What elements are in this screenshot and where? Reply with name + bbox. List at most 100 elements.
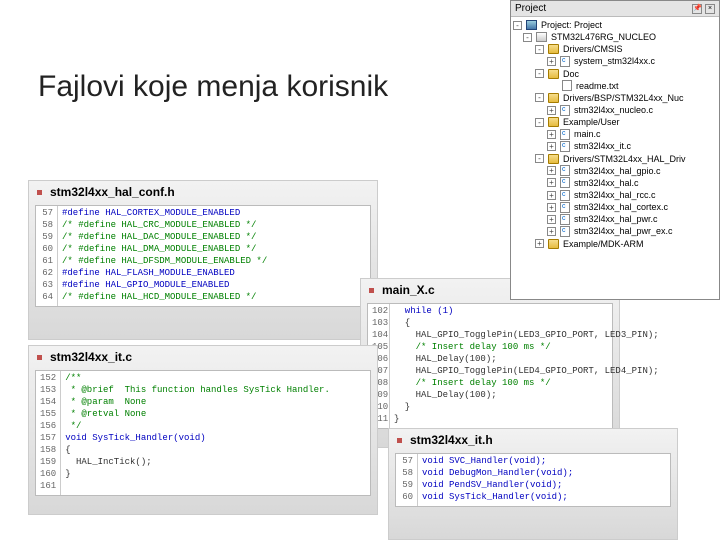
tree-item-label: STM32L476RG_NUCLEO [551, 31, 656, 43]
code-line: HAL_Delay(100); [394, 390, 659, 402]
expand-icon[interactable]: + [535, 239, 544, 248]
line-number: 57 [400, 456, 413, 468]
tree-item[interactable]: + main.c [513, 128, 717, 140]
code-line: * @brief This function handles SysTick H… [65, 385, 330, 397]
panel-it-c: stm32l4xx_it.c 1521531541551561571581591… [28, 345, 378, 515]
code-line: */ [65, 421, 330, 433]
tree-item[interactable]: + stm32l4xx_it.c [513, 140, 717, 152]
line-number: 152 [40, 373, 56, 385]
project-title-text: Project [515, 3, 546, 14]
tree-item-label: stm32l4xx_hal_pwr.c [574, 213, 658, 225]
code-line [65, 481, 330, 493]
expand-icon[interactable]: + [547, 57, 556, 66]
tree-item[interactable]: +stm32l4xx_hal.c [513, 177, 717, 189]
line-number: 59 [400, 480, 413, 492]
code-line: } [394, 402, 659, 414]
tree-item-label: Drivers/STM32L4xx_HAL_Driv [563, 153, 686, 165]
collapse-icon[interactable]: - [535, 93, 544, 102]
collapse-icon[interactable]: - [523, 33, 532, 42]
tree-item[interactable]: + stm32l4xx_hal_gpio.c [513, 165, 717, 177]
code-line: void PendSV_Handler(void); [422, 480, 573, 492]
tree-item-label: Drivers/BSP/STM32L4xx_Nuc [563, 92, 684, 104]
tree-item[interactable]: - Example/User [513, 116, 717, 128]
expand-icon[interactable]: + [547, 215, 556, 224]
line-number: 103 [372, 318, 385, 330]
code-line: void SysTick_Handler(void) [65, 433, 330, 445]
collapse-icon[interactable]: - [535, 154, 544, 163]
panel-label: stm32l4xx_hal_conf.h [50, 185, 175, 199]
tree-item-label: stm32l4xx_hal_gpio.c [574, 165, 661, 177]
code-block: 57585960 void SVC_Handler(void);void Deb… [395, 453, 671, 507]
tree-item[interactable]: +system_stm32l4xx.c [513, 55, 717, 67]
code-line: #define HAL_GPIO_MODULE_ENABLED [62, 280, 267, 292]
tree-item-label: Example/User [563, 116, 620, 128]
tree-item[interactable]: +stm32l4xx_hal_rcc.c [513, 189, 717, 201]
code-line: } [394, 414, 659, 426]
tree-item-label: readme.txt [576, 80, 619, 92]
tree-item[interactable]: -Drivers/CMSIS [513, 43, 717, 55]
code-line: /* #define HAL_DFSDM_MODULE_ENABLED */ [62, 256, 267, 268]
code-line: } [65, 469, 330, 481]
code-line: { [394, 318, 659, 330]
panel-label: stm32l4xx_it.c [50, 350, 132, 364]
collapse-icon[interactable]: - [513, 21, 522, 30]
project-panel: Project 📌 × -Project: Project-STM32L476R… [510, 0, 720, 300]
code-block: 152153154155156157158159160161 /** * @br… [35, 370, 371, 496]
code-line: HAL_GPIO_TogglePin(LED4_GPIO_PORT, LED4_… [394, 366, 659, 378]
tree-item-label: stm32l4xx_nucleo.c [574, 104, 653, 116]
panel-it-h: stm32l4xx_it.h 57585960 void SVC_Handler… [388, 428, 678, 540]
code-line: void SysTick_Handler(void); [422, 492, 573, 504]
tree-item-label: main.c [574, 128, 601, 140]
panel-hal-conf: stm32l4xx_hal_conf.h 5758596061626364 #d… [28, 180, 378, 340]
expand-icon[interactable]: + [547, 142, 556, 151]
line-number: 60 [400, 492, 413, 504]
code-line: * @param None [65, 397, 330, 409]
tree-item[interactable]: -Doc [513, 68, 717, 80]
bullet-icon [37, 190, 42, 195]
pin-icon[interactable]: 📌 [692, 4, 702, 14]
tree-item[interactable]: - Drivers/BSP/STM32L4xx_Nuc [513, 92, 717, 104]
line-number: 154 [40, 397, 56, 409]
line-number: 102 [372, 306, 385, 318]
bullet-icon [369, 288, 374, 293]
tree-item[interactable]: + stm32l4xx_hal_cortex.c [513, 201, 717, 213]
expand-icon[interactable]: + [547, 178, 556, 187]
line-number: 158 [40, 445, 56, 457]
collapse-icon[interactable]: - [535, 118, 544, 127]
tree-item[interactable]: readme.txt [513, 80, 717, 92]
code-line: HAL_GPIO_TogglePin(LED3_GPIO_PORT, LED3_… [394, 330, 659, 342]
tree-item[interactable]: + stm32l4xx_nucleo.c [513, 104, 717, 116]
close-icon[interactable]: × [705, 4, 715, 14]
expand-icon[interactable]: + [547, 166, 556, 175]
expand-icon[interactable]: + [547, 106, 556, 115]
code-line: while (1) [394, 306, 659, 318]
line-number: 62 [40, 268, 53, 280]
tree-item[interactable]: - Drivers/STM32L4xx_HAL_Driv [513, 153, 717, 165]
expand-icon[interactable]: + [547, 191, 556, 200]
tree-item[interactable]: - STM32L476RG_NUCLEO [513, 31, 717, 43]
cfile-icon [560, 129, 570, 140]
panel-header: stm32l4xx_hal_conf.h [29, 181, 377, 203]
tree-item[interactable]: +Example/MDK-ARM [513, 238, 717, 250]
collapse-icon[interactable]: - [535, 69, 544, 78]
tree-item[interactable]: -Project: Project [513, 19, 717, 31]
tree-item[interactable]: + stm32l4xx_hal_pwr.c [513, 213, 717, 225]
folder-icon [548, 239, 559, 249]
code-line: /* Insert delay 100 ms */ [394, 342, 659, 354]
tree-item-label: stm32l4xx_it.c [574, 140, 631, 152]
tree-item-label: stm32l4xx_hal_cortex.c [574, 201, 668, 213]
txt-icon [562, 80, 572, 91]
project-tree[interactable]: -Project: Project-STM32L476RG_NUCLEO-Dri… [511, 17, 719, 252]
code-line: /* Insert delay 100 ms */ [394, 378, 659, 390]
expand-icon[interactable]: + [547, 203, 556, 212]
line-number: 64 [40, 292, 53, 304]
cfile-icon [560, 141, 570, 152]
expand-icon[interactable]: + [547, 130, 556, 139]
collapse-icon[interactable]: - [535, 45, 544, 54]
project-panel-title: Project 📌 × [511, 1, 719, 17]
tree-item[interactable]: +stm32l4xx_hal_pwr_ex.c [513, 225, 717, 237]
line-number: 160 [40, 469, 56, 481]
code-line: #define HAL_CORTEX_MODULE_ENABLED [62, 208, 267, 220]
expand-icon[interactable]: + [547, 227, 556, 236]
line-number: 156 [40, 421, 56, 433]
